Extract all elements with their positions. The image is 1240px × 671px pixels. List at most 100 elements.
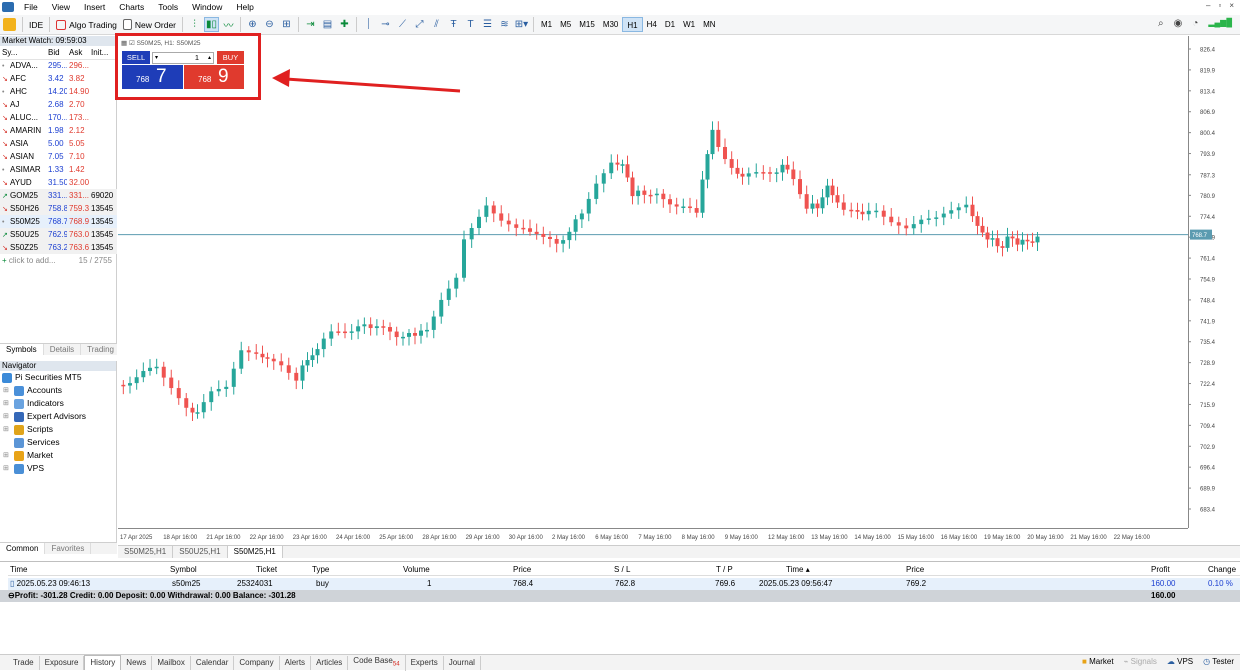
search-icon[interactable]: ⌕ <box>1158 18 1164 29</box>
market-watch-row[interactable]: ↘ ASIA 5.00 5.05 <box>0 137 117 150</box>
market-watch-row[interactable]: ↘ AMARIN 1.98 2.12 <box>0 124 117 137</box>
nav-item-indicators[interactable]: ⊞ Indicators <box>0 397 116 410</box>
auto-scroll-icon[interactable]: ▤ <box>320 17 335 32</box>
market-watch-row[interactable]: • ASIMAR 1.33 1.42 <box>0 163 117 176</box>
navigator-root[interactable]: Pi Securities MT5 <box>0 371 116 384</box>
col-bid[interactable]: Bid <box>46 46 67 60</box>
market-status[interactable]: ■ Market <box>1082 657 1114 666</box>
col-tp[interactable]: T / P <box>716 564 733 576</box>
zoom-out-icon[interactable]: ⊖ <box>262 17 277 32</box>
restore-icon[interactable]: ▫ <box>1218 1 1221 10</box>
tab-alerts[interactable]: Alerts <box>280 655 312 670</box>
nav-item-services[interactable]: Services <box>0 436 116 449</box>
vertical-line-icon[interactable]: ⏐ <box>361 17 376 32</box>
market-watch-row[interactable]: • ADVA... 295... 296... <box>0 59 117 72</box>
close-icon[interactable]: × <box>1229 1 1234 10</box>
expand-icon[interactable]: ⊞ <box>3 410 10 423</box>
trendline-icon[interactable]: ⟋ <box>395 17 410 32</box>
timeframe-mn[interactable]: MN <box>699 17 719 32</box>
candlestick-icon[interactable]: ▮▯ <box>204 17 219 32</box>
line-chart-icon[interactable]: 〰 <box>221 17 236 32</box>
fibonacci-icon[interactable]: Ŧ <box>446 17 461 32</box>
market-watch-row[interactable]: ↘ AJ 2.68 2.70 <box>0 98 117 111</box>
market-watch-row[interactable]: ↘ ASIAN 7.05 7.10 <box>0 150 117 163</box>
expand-icon[interactable]: ⊞ <box>3 397 10 410</box>
market-watch-row[interactable]: • AHC 14.20 14.90 <box>0 85 117 98</box>
tab-favorites[interactable]: Favorites <box>45 543 92 554</box>
col-time[interactable]: Time <box>10 564 27 576</box>
new-chart-button[interactable] <box>0 16 19 33</box>
objects-dropdown-icon[interactable]: ⊞▾ <box>514 17 529 32</box>
account-icon[interactable]: ◉ <box>1174 18 1183 29</box>
col-volume[interactable]: Volume <box>403 564 430 576</box>
col-close-price[interactable]: Price <box>906 564 924 576</box>
bar-chart-icon[interactable]: ⫶ <box>187 17 202 32</box>
chart-tab[interactable]: S50U25,H1 <box>173 546 228 558</box>
col-ask[interactable]: Ask <box>67 46 89 60</box>
nav-item-scripts[interactable]: ⊞ Scripts <box>0 423 116 436</box>
tab-articles[interactable]: Articles <box>311 655 349 670</box>
nav-item-market[interactable]: ⊞ Market <box>0 449 116 462</box>
col-close-time[interactable]: Time ▴ <box>786 564 810 576</box>
tile-windows-icon[interactable]: ⊞ <box>279 17 294 32</box>
tab-trading[interactable]: Trading <box>81 344 121 355</box>
tab-journal[interactable]: Journal <box>444 655 481 670</box>
expand-icon[interactable]: ⊞ <box>3 423 10 436</box>
timeframe-m1[interactable]: M1 <box>537 17 556 32</box>
timeframe-h1[interactable]: H1 <box>622 17 643 32</box>
tester-status[interactable]: ◷ Tester <box>1203 657 1234 666</box>
expand-icon[interactable]: ⊞ <box>3 384 10 397</box>
col-profit[interactable]: Profit <box>1151 564 1170 576</box>
timeframe-m5[interactable]: M5 <box>556 17 575 32</box>
channel-icon[interactable]: ⫽ <box>429 17 444 32</box>
tab-mailbox[interactable]: Mailbox <box>152 655 191 670</box>
col-price[interactable]: Price <box>513 564 531 576</box>
market-watch-row[interactable]: ↘ S50H26 758.8 759.3 13545 <box>0 202 117 215</box>
market-watch-row[interactable]: ↗ S50U25 762.9 763.0 13545 <box>0 228 117 241</box>
signals-status[interactable]: ⌁ Signals <box>1124 657 1157 666</box>
chart-tab[interactable]: S50M25,H1 <box>118 546 174 558</box>
expand-icon[interactable]: ⊞ <box>3 449 10 462</box>
col-change[interactable]: Change <box>1208 564 1236 576</box>
indicators-icon[interactable]: ✚ <box>337 17 352 32</box>
tab-experts[interactable]: Experts <box>406 655 444 670</box>
chart-area[interactable]: 826.4 819.9 813.4 806.9 800.4 793.9 787.3 780.9… <box>118 36 1240 545</box>
chart-tab-active[interactable]: S50M25,H1 <box>227 546 283 558</box>
zoom-in-icon[interactable]: ⊕ <box>245 17 260 32</box>
horizontal-line-icon[interactable]: ⊸ <box>378 17 393 32</box>
menu-insert[interactable]: Insert <box>77 0 112 14</box>
timeframe-m15[interactable]: M15 <box>575 17 599 32</box>
menu-window[interactable]: Window <box>185 0 229 14</box>
menu-charts[interactable]: Charts <box>112 0 151 14</box>
timeframe-h4[interactable]: H4 <box>643 17 661 32</box>
algo-trading-button[interactable]: Algo Trading <box>53 16 120 33</box>
nav-item-expert-advisors[interactable]: ⊞ Expert Advisors <box>0 410 116 423</box>
col-sl[interactable]: S / L <box>614 564 630 576</box>
timeframe-m30[interactable]: M30 <box>599 17 623 32</box>
wifi-icon[interactable]: ◔ <box>1192 18 1198 29</box>
col-init[interactable]: Init... <box>89 46 117 60</box>
history-row[interactable]: ▯ 2025.05.23 09:46:13 s50m25 25324031 bu… <box>8 578 1240 590</box>
nav-item-vps[interactable]: ⊞ VPS <box>0 462 116 475</box>
collapse-icon[interactable]: ⊖ <box>8 590 15 602</box>
market-watch-row[interactable]: ↘ AYUD 31.50 32.00 <box>0 176 117 189</box>
menu-help[interactable]: Help <box>229 0 260 14</box>
col-ticket[interactable]: Ticket <box>256 564 277 576</box>
new-order-button[interactable]: New Order <box>120 16 179 33</box>
market-watch-row[interactable]: • S50M25 768.7 768.9 13545 <box>0 215 117 228</box>
tab-common[interactable]: Common <box>0 543 46 554</box>
expand-icon[interactable]: ⊞ <box>3 462 10 475</box>
text-icon[interactable]: T <box>463 17 478 32</box>
tab-details[interactable]: Details <box>44 344 82 355</box>
tab-news[interactable]: News <box>121 655 153 670</box>
market-watch-row[interactable]: ↘ S50Z25 763.2 763.6 13545 <box>0 241 117 254</box>
chart-shift-icon[interactable]: ⇥ <box>303 17 318 32</box>
tab-code-base[interactable]: Code Base54 <box>348 653 406 671</box>
menu-view[interactable]: View <box>45 0 77 14</box>
tab-calendar[interactable]: Calendar <box>191 655 235 670</box>
menu-file[interactable]: File <box>17 0 45 14</box>
tab-exposure[interactable]: Exposure <box>40 655 85 670</box>
vps-status[interactable]: ☁ VPS <box>1167 657 1193 666</box>
market-watch-row[interactable]: ↘ ALUC... 170... 173... <box>0 111 117 124</box>
ide-button[interactable]: IDE <box>26 16 46 33</box>
